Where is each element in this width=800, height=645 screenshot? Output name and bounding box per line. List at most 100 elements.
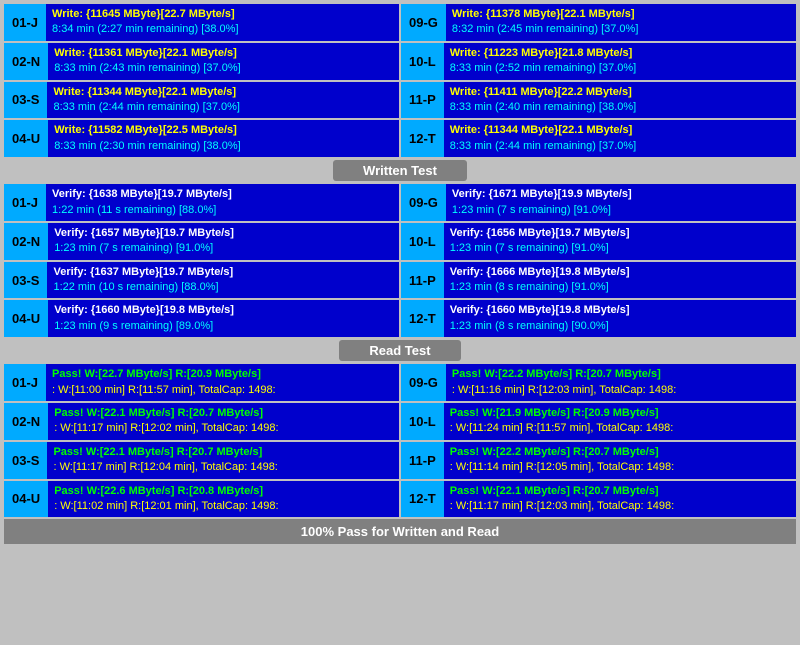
cell-content-04-u: Write: {11582 MByte}[22.5 MByte/s]8:33 m… bbox=[48, 120, 399, 157]
cell-line1: Verify: {1638 MByte}[19.7 MByte/s] bbox=[52, 187, 393, 202]
cell-line1: Verify: {1656 MByte}[19.7 MByte/s] bbox=[450, 226, 790, 241]
cell-content-11-p: Write: {11411 MByte}[22.2 MByte/s]8:33 m… bbox=[444, 82, 796, 119]
cell-row-12-t: 12-TPass! W:[22.1 MByte/s] R:[20.7 MByte… bbox=[401, 481, 796, 518]
write-section: 01-JWrite: {11645 MByte}[22.7 MByte/s]8:… bbox=[4, 4, 796, 157]
cell-id-04-u: 04-U bbox=[4, 120, 48, 157]
read-section: 01-JPass! W:[22.7 MByte/s] R:[20.9 MByte… bbox=[4, 364, 796, 517]
cell-content-03-s: Verify: {1637 MByte}[19.7 MByte/s]1:22 m… bbox=[47, 262, 399, 299]
cell-line1: Pass! W:[22.1 MByte/s] R:[20.7 MByte/s] bbox=[54, 406, 393, 421]
cell-id-11-p: 11-P bbox=[401, 262, 444, 299]
cell-line1: Write: {11344 MByte}[22.1 MByte/s] bbox=[450, 123, 790, 138]
cell-line1: Pass! W:[21.9 MByte/s] R:[20.9 MByte/s] bbox=[450, 406, 790, 421]
cell-line1: Pass! W:[22.2 MByte/s] R:[20.7 MByte/s] bbox=[452, 367, 790, 382]
cell-row-09-g: 09-GWrite: {11378 MByte}[22.1 MByte/s]8:… bbox=[401, 4, 796, 41]
cell-content-12-t: Write: {11344 MByte}[22.1 MByte/s]8:33 m… bbox=[444, 120, 796, 157]
cell-line2: : W:[11:24 min] R:[11:57 min], TotalCap:… bbox=[450, 421, 790, 436]
cell-id-03-s: 03-S bbox=[4, 82, 47, 119]
cell-id-04-u: 04-U bbox=[4, 481, 48, 518]
cell-row-04-u: 04-UPass! W:[22.6 MByte/s] R:[20.8 MByte… bbox=[4, 481, 399, 518]
cell-content-04-u: Pass! W:[22.6 MByte/s] R:[20.8 MByte/s]:… bbox=[48, 481, 399, 518]
cell-line1: Verify: {1666 MByte}[19.8 MByte/s] bbox=[450, 265, 790, 280]
cell-row-10-l: 10-LWrite: {11223 MByte}[21.8 MByte/s]8:… bbox=[401, 43, 796, 80]
cell-row-10-l: 10-LVerify: {1656 MByte}[19.7 MByte/s]1:… bbox=[401, 223, 796, 260]
cell-id-03-s: 03-S bbox=[4, 442, 47, 479]
cell-line2: 8:33 min (2:52 min remaining) [37.0%] bbox=[450, 61, 790, 76]
cell-content-12-t: Verify: {1660 MByte}[19.8 MByte/s]1:23 m… bbox=[444, 300, 796, 337]
cell-row-02-n: 02-NWrite: {11361 MByte}[22.1 MByte/s]8:… bbox=[4, 43, 399, 80]
cell-id-11-p: 11-P bbox=[401, 442, 444, 479]
cell-id-09-g: 09-G bbox=[401, 184, 446, 221]
cell-id-09-g: 09-G bbox=[401, 364, 446, 401]
cell-line1: Write: {11645 MByte}[22.7 MByte/s] bbox=[52, 7, 393, 22]
cell-content-10-l: Verify: {1656 MByte}[19.7 MByte/s]1:23 m… bbox=[444, 223, 796, 260]
main-container: 01-JWrite: {11645 MByte}[22.7 MByte/s]8:… bbox=[0, 0, 800, 548]
cell-row-02-n: 02-NVerify: {1657 MByte}[19.7 MByte/s]1:… bbox=[4, 223, 399, 260]
cell-row-09-g: 09-GVerify: {1671 MByte}[19.9 MByte/s]1:… bbox=[401, 184, 796, 221]
cell-row-01-j: 01-JWrite: {11645 MByte}[22.7 MByte/s]8:… bbox=[4, 4, 399, 41]
cell-id-12-t: 12-T bbox=[401, 481, 444, 518]
cell-line2: 8:33 min (2:40 min remaining) [38.0%] bbox=[450, 100, 790, 115]
cell-id-01-j: 01-J bbox=[4, 4, 46, 41]
cell-line1: Write: {11361 MByte}[22.1 MByte/s] bbox=[54, 46, 393, 61]
cell-line2: 8:33 min (2:44 min remaining) [37.0%] bbox=[53, 100, 393, 115]
cell-row-09-g: 09-GPass! W:[22.2 MByte/s] R:[20.7 MByte… bbox=[401, 364, 796, 401]
cell-line2: 1:23 min (8 s remaining) [91.0%] bbox=[450, 280, 790, 295]
cell-line2: 1:23 min (7 s remaining) [91.0%] bbox=[54, 241, 393, 256]
cell-row-12-t: 12-TVerify: {1660 MByte}[19.8 MByte/s]1:… bbox=[401, 300, 796, 337]
read-grid: 01-JPass! W:[22.7 MByte/s] R:[20.9 MByte… bbox=[4, 364, 796, 517]
cell-line1: Verify: {1671 MByte}[19.9 MByte/s] bbox=[452, 187, 790, 202]
cell-line2: 8:33 min (2:30 min remaining) [38.0%] bbox=[54, 139, 393, 154]
cell-content-10-l: Write: {11223 MByte}[21.8 MByte/s]8:33 m… bbox=[444, 43, 796, 80]
cell-id-12-t: 12-T bbox=[401, 300, 444, 337]
cell-row-04-u: 04-UVerify: {1660 MByte}[19.8 MByte/s]1:… bbox=[4, 300, 399, 337]
cell-id-11-p: 11-P bbox=[401, 82, 444, 119]
cell-line1: Pass! W:[22.6 MByte/s] R:[20.8 MByte/s] bbox=[54, 484, 393, 499]
cell-content-09-g: Verify: {1671 MByte}[19.9 MByte/s]1:23 m… bbox=[446, 184, 796, 221]
cell-line2: : W:[11:17 min] R:[12:03 min], TotalCap:… bbox=[450, 499, 790, 514]
cell-row-11-p: 11-PPass! W:[22.2 MByte/s] R:[20.7 MByte… bbox=[401, 442, 796, 479]
cell-content-01-j: Write: {11645 MByte}[22.7 MByte/s]8:34 m… bbox=[46, 4, 399, 41]
cell-line2: 1:23 min (7 s remaining) [91.0%] bbox=[452, 203, 790, 218]
cell-content-10-l: Pass! W:[21.9 MByte/s] R:[20.9 MByte/s]:… bbox=[444, 403, 796, 440]
cell-row-12-t: 12-TWrite: {11344 MByte}[22.1 MByte/s]8:… bbox=[401, 120, 796, 157]
written-test-divider: Written Test bbox=[4, 159, 796, 182]
cell-row-03-s: 03-SWrite: {11344 MByte}[22.1 MByte/s]8:… bbox=[4, 82, 399, 119]
cell-id-01-j: 01-J bbox=[4, 184, 46, 221]
cell-content-02-n: Write: {11361 MByte}[22.1 MByte/s]8:33 m… bbox=[48, 43, 399, 80]
cell-row-11-p: 11-PWrite: {11411 MByte}[22.2 MByte/s]8:… bbox=[401, 82, 796, 119]
cell-row-01-j: 01-JPass! W:[22.7 MByte/s] R:[20.9 MByte… bbox=[4, 364, 399, 401]
cell-row-04-u: 04-UWrite: {11582 MByte}[22.5 MByte/s]8:… bbox=[4, 120, 399, 157]
cell-line1: Verify: {1660 MByte}[19.8 MByte/s] bbox=[450, 303, 790, 318]
cell-content-12-t: Pass! W:[22.1 MByte/s] R:[20.7 MByte/s]:… bbox=[444, 481, 796, 518]
cell-content-04-u: Verify: {1660 MByte}[19.8 MByte/s]1:23 m… bbox=[48, 300, 399, 337]
cell-line2: 1:22 min (11 s remaining) [88.0%] bbox=[52, 203, 393, 218]
cell-line2: 1:22 min (10 s remaining) [88.0%] bbox=[53, 280, 393, 295]
footer-status: 100% Pass for Written and Read bbox=[4, 519, 796, 544]
cell-line1: Pass! W:[22.7 MByte/s] R:[20.9 MByte/s] bbox=[52, 367, 393, 382]
write-grid: 01-JWrite: {11645 MByte}[22.7 MByte/s]8:… bbox=[4, 4, 796, 157]
cell-id-02-n: 02-N bbox=[4, 43, 48, 80]
cell-content-09-g: Pass! W:[22.2 MByte/s] R:[20.7 MByte/s]:… bbox=[446, 364, 796, 401]
cell-row-01-j: 01-JVerify: {1638 MByte}[19.7 MByte/s]1:… bbox=[4, 184, 399, 221]
cell-content-01-j: Verify: {1638 MByte}[19.7 MByte/s]1:22 m… bbox=[46, 184, 399, 221]
cell-line1: Verify: {1637 MByte}[19.7 MByte/s] bbox=[53, 265, 393, 280]
cell-row-11-p: 11-P Verify: {1666 MByte}[19.8 MByte/s]1:… bbox=[401, 262, 796, 299]
cell-line1: Pass! W:[22.1 MByte/s] R:[20.7 MByte/s] bbox=[53, 445, 393, 460]
cell-line2: 8:32 min (2:45 min remaining) [37.0%] bbox=[452, 22, 790, 37]
cell-line2: 1:23 min (9 s remaining) [89.0%] bbox=[54, 319, 393, 334]
cell-line2: : W:[11:02 min] R:[12:01 min], TotalCap:… bbox=[54, 499, 393, 514]
cell-line1: Write: {11411 MByte}[22.2 MByte/s] bbox=[450, 85, 790, 100]
cell-id-02-n: 02-N bbox=[4, 403, 48, 440]
cell-line2: : W:[11:14 min] R:[12:05 min], TotalCap:… bbox=[450, 460, 790, 475]
cell-content-09-g: Write: {11378 MByte}[22.1 MByte/s]8:32 m… bbox=[446, 4, 796, 41]
cell-id-10-l: 10-L bbox=[401, 403, 444, 440]
cell-id-03-s: 03-S bbox=[4, 262, 47, 299]
verify-section: 01-JVerify: {1638 MByte}[19.7 MByte/s]1:… bbox=[4, 184, 796, 337]
cell-content-02-n: Pass! W:[22.1 MByte/s] R:[20.7 MByte/s]:… bbox=[48, 403, 399, 440]
cell-id-10-l: 10-L bbox=[401, 223, 444, 260]
cell-line1: Pass! W:[22.1 MByte/s] R:[20.7 MByte/s] bbox=[450, 484, 790, 499]
cell-content-03-s: Pass! W:[22.1 MByte/s] R:[20.7 MByte/s]:… bbox=[47, 442, 399, 479]
cell-id-10-l: 10-L bbox=[401, 43, 444, 80]
cell-row-02-n: 02-NPass! W:[22.1 MByte/s] R:[20.7 MByte… bbox=[4, 403, 399, 440]
cell-row-03-s: 03-SVerify: {1637 MByte}[19.7 MByte/s]1:… bbox=[4, 262, 399, 299]
